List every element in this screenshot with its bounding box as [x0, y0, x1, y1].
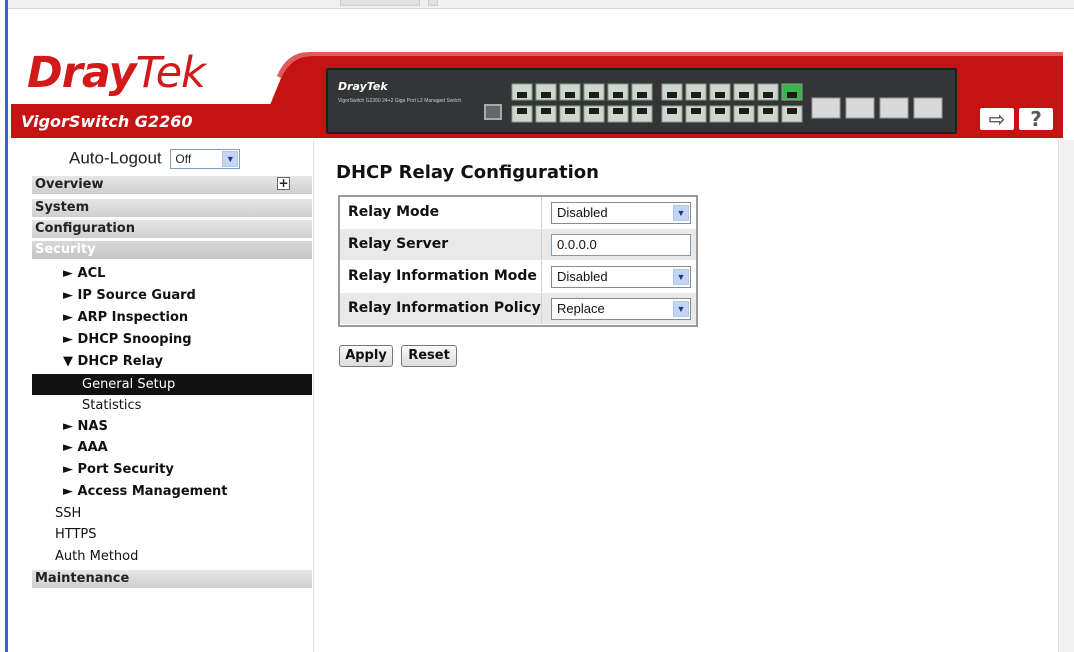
page-title: DHCP Relay Configuration [336, 162, 599, 183]
relay-mode-label: Relay Mode [340, 197, 542, 228]
chevron-down-icon[interactable]: ▼ [673, 269, 689, 285]
config-table: Relay Mode Disabled ▼ Relay Server 0.0.0… [338, 195, 698, 327]
sfp-port [913, 97, 943, 119]
port-socket [667, 108, 677, 114]
chevron-down-icon[interactable]: ▼ [673, 205, 689, 221]
chevron-down-icon[interactable]: ▼ [222, 150, 239, 167]
port-socket [517, 108, 527, 114]
browser-frame-top [8, 0, 1074, 9]
port-socket [787, 108, 797, 114]
expand-all-icon[interactable]: + [277, 177, 290, 190]
sidebar-item-https[interactable]: HTTPS [32, 524, 312, 545]
sfp-ports [808, 78, 948, 128]
relay-mode-value: Disabled [557, 205, 608, 220]
section-label: Overview [35, 177, 104, 192]
relay-information-policy-select[interactable]: Replace ▼ [551, 298, 691, 320]
port-socket [613, 108, 623, 114]
console-port [484, 104, 502, 120]
relay-information-mode-label: Relay Information Mode [340, 261, 542, 292]
sfp-port [879, 97, 909, 119]
relay-information-mode-select[interactable]: Disabled ▼ [551, 266, 691, 288]
port-socket [763, 108, 773, 114]
apply-button[interactable]: Apply [339, 345, 393, 367]
sidebar-item-dhcp-snooping[interactable]: ► DHCP Snooping [32, 329, 312, 350]
row-relay-information-mode: Relay Information Mode Disabled ▼ [340, 261, 696, 292]
sidebar-item-statistics[interactable]: Statistics [32, 395, 312, 416]
chevron-down-icon[interactable]: ▼ [673, 301, 689, 317]
sfp-port [811, 97, 841, 119]
row-relay-mode: Relay Mode Disabled ▼ [340, 197, 696, 228]
relay-server-input[interactable]: 0.0.0.0 [551, 234, 691, 256]
port-socket [637, 108, 647, 114]
browser-frame-left [0, 0, 8, 652]
sidebar-item-acl[interactable]: ► ACL [32, 263, 312, 284]
port-socket [739, 108, 749, 114]
row-relay-server: Relay Server 0.0.0.0 [340, 229, 696, 260]
row-relay-information-policy: Relay Information Policy Replace ▼ [340, 293, 696, 324]
sidebar-item-dhcp-relay[interactable]: ▼ DHCP Relay [32, 351, 312, 372]
panel-logo: DrayTek [338, 80, 388, 93]
port-socket [691, 92, 701, 98]
sidebar-section-security[interactable]: Security [32, 241, 312, 259]
sidebar-item-ssh[interactable]: SSH [32, 503, 312, 524]
sfp-port [845, 97, 875, 119]
model-name: VigorSwitch G2260 [21, 112, 193, 131]
port-socket [763, 92, 773, 98]
relay-information-policy-label: Relay Information Policy [340, 293, 542, 324]
port-socket [787, 92, 797, 98]
main-content: DHCP Relay Configuration Relay Mode Disa… [315, 140, 1058, 652]
sidebar-item-ip-source-guard[interactable]: ► IP Source Guard [32, 285, 312, 306]
header: DrayTek VigorSwitch G2260 DrayTek VigorS… [11, 10, 1063, 138]
relay-information-policy-value: Replace [557, 301, 605, 316]
autologout: Auto-Logout Off ▼ [69, 148, 241, 169]
port-socket [589, 92, 599, 98]
port-socket [565, 92, 575, 98]
autologout-select[interactable]: Off ▼ [170, 148, 241, 169]
port-socket [541, 108, 551, 114]
header-icons: ⇨ ? [976, 102, 1063, 136]
autologout-label: Auto-Logout [69, 148, 162, 168]
scrollbar-track[interactable] [1058, 140, 1074, 652]
sidebar-item-auth-method[interactable]: Auth Method [32, 546, 312, 567]
panel-subtitle: VigorSwitch G2260 24+2 Giga Port L2 Mana… [338, 98, 462, 104]
sidebar: Auto-Logout Off ▼ Overview + System Conf… [11, 140, 314, 652]
sidebar-item-nas[interactable]: ► NAS [32, 416, 312, 437]
sidebar-item-port-security[interactable]: ► Port Security [32, 459, 312, 480]
sidebar-section-configuration[interactable]: Configuration [32, 220, 312, 238]
sidebar-item-aaa[interactable]: ► AAA [32, 437, 312, 458]
sidebar-item-arp-inspection[interactable]: ► ARP Inspection [32, 307, 312, 328]
relay-mode-select[interactable]: Disabled ▼ [551, 202, 691, 224]
sidebar-section-system[interactable]: System [32, 199, 312, 217]
autologout-value: Off [175, 151, 192, 166]
port-socket [637, 92, 647, 98]
port-socket [517, 92, 527, 98]
port-socket [613, 92, 623, 98]
port-socket [589, 108, 599, 114]
switch-front-panel: DrayTek VigorSwitch G2260 24+2 Giga Port… [326, 68, 957, 134]
logout-icon[interactable]: ⇨ [980, 108, 1014, 130]
port-socket [541, 92, 551, 98]
sidebar-item-general-setup[interactable]: General Setup [32, 374, 312, 395]
draytek-logo: DrayTek [27, 48, 206, 98]
sidebar-item-access-management[interactable]: ► Access Management [32, 481, 312, 502]
help-icon[interactable]: ? [1019, 108, 1053, 130]
port-socket [691, 108, 701, 114]
sidebar-section-maintenance[interactable]: Maintenance [32, 570, 312, 588]
port-group-1 [508, 78, 658, 128]
port-socket [715, 92, 725, 98]
port-socket [739, 92, 749, 98]
sidebar-section-overview[interactable]: Overview + [32, 176, 312, 194]
port-socket [565, 108, 575, 114]
port-socket [715, 108, 725, 114]
reset-button[interactable]: Reset [401, 345, 457, 367]
relay-information-mode-value: Disabled [557, 269, 608, 284]
port-group-2 [658, 78, 808, 128]
port-socket [667, 92, 677, 98]
relay-server-label: Relay Server [340, 229, 542, 260]
